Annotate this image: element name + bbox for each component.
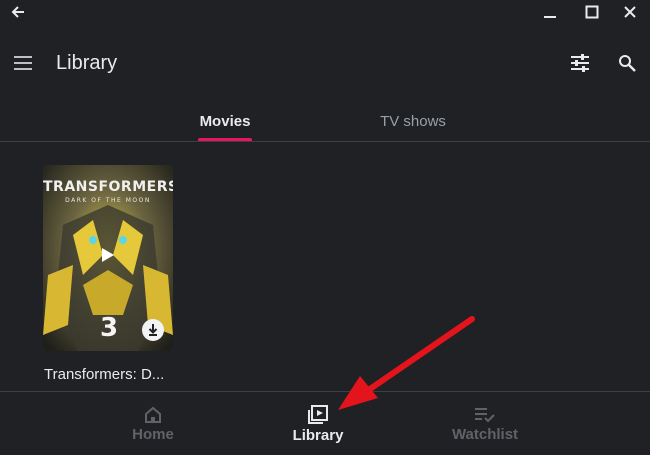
maximize-icon bbox=[585, 5, 599, 19]
movie-poster-card[interactable]: TRANSFORMERS DARK OF THE MOON 3 bbox=[43, 165, 173, 351]
download-icon bbox=[148, 324, 158, 336]
play-icon bbox=[102, 248, 114, 262]
download-button[interactable] bbox=[142, 319, 164, 341]
arrow-back-icon bbox=[11, 6, 24, 18]
play-button[interactable] bbox=[93, 241, 121, 269]
tune-icon bbox=[571, 54, 589, 72]
minimize-icon bbox=[544, 16, 556, 18]
home-icon bbox=[145, 406, 161, 423]
watchlist-icon bbox=[475, 407, 495, 422]
search-button[interactable] bbox=[613, 50, 641, 76]
maximize-button[interactable] bbox=[576, 0, 608, 24]
nav-watchlist-label: Watchlist bbox=[451, 425, 519, 443]
poster-number: 3 bbox=[100, 313, 119, 343]
minimize-button[interactable] bbox=[534, 0, 566, 24]
tab-movies[interactable]: Movies bbox=[192, 100, 258, 142]
nav-home[interactable]: Home bbox=[118, 392, 188, 455]
search-icon bbox=[619, 55, 636, 72]
nav-library[interactable]: Library bbox=[282, 392, 354, 455]
close-button[interactable] bbox=[614, 0, 646, 24]
menu-button[interactable] bbox=[10, 50, 36, 76]
nav-home-label: Home bbox=[132, 425, 174, 443]
library-icon bbox=[308, 404, 328, 424]
nav-library-label: Library bbox=[292, 426, 344, 444]
movie-title-label[interactable]: Transformers: D... bbox=[44, 366, 164, 383]
bottom-navigation: Home Library Watchlist bbox=[0, 391, 650, 455]
tab-indicator bbox=[198, 138, 252, 141]
poster-title: TRANSFORMERS bbox=[43, 179, 173, 195]
page-title: Library bbox=[56, 52, 118, 74]
hamburger-menu-icon bbox=[14, 56, 32, 70]
close-icon bbox=[624, 6, 636, 18]
tab-bar: Movies TV shows bbox=[0, 100, 650, 142]
poster-subtitle: DARK OF THE MOON bbox=[65, 197, 151, 204]
nav-watchlist[interactable]: Watchlist bbox=[440, 392, 530, 455]
tab-tv-shows[interactable]: TV shows bbox=[370, 100, 456, 142]
window-titlebar bbox=[0, 0, 650, 24]
app-bar: Library bbox=[0, 40, 650, 86]
filter-button[interactable] bbox=[566, 50, 594, 76]
back-button[interactable] bbox=[2, 0, 34, 24]
